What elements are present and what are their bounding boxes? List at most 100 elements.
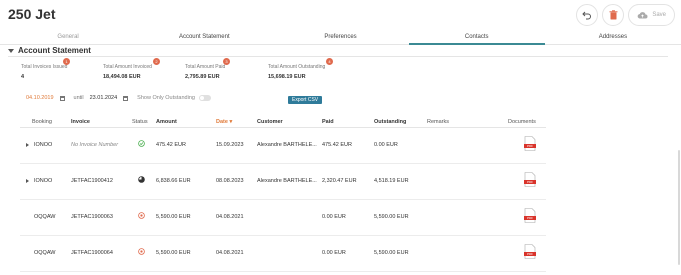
delete-button[interactable] <box>602 4 625 26</box>
col-paid[interactable]: Paid <box>322 119 334 125</box>
summary-badge: 2 <box>153 58 160 65</box>
tab-contacts[interactable]: Contacts <box>408 31 546 45</box>
summary-label: Total Amount Paid <box>185 64 226 70</box>
summary-label: Total Amount Invoiced <box>103 64 152 70</box>
summary-amount-invoiced: 2 Total Amount Invoiced 18,494.08 EUR <box>103 58 160 80</box>
collapse-icon <box>8 48 14 53</box>
col-date-label: Date <box>216 119 228 125</box>
cell-booking: IONOO <box>34 142 53 148</box>
col-booking[interactable]: Booking <box>32 119 52 125</box>
table-row[interactable]: IONOO JETFAC1900412 6,838.66 EUR 08.08.2… <box>20 164 546 200</box>
tab-account-statement[interactable]: Account Statement <box>136 31 272 44</box>
svg-text:PDF: PDF <box>527 252 533 256</box>
cell-paid: 2,320.47 EUR <box>322 178 357 184</box>
save-button[interactable]: Save <box>628 4 675 26</box>
tab-addresses[interactable]: Addresses <box>545 31 681 44</box>
trash-icon <box>609 10 618 20</box>
page-title: 250 Jet <box>8 6 56 22</box>
table-row[interactable]: OQQAW JETFAC1900063 5,590.00 EUR 04.08.2… <box>20 200 546 236</box>
cell-invoice: JETFAC1900412 <box>71 178 113 184</box>
col-date[interactable]: Date ▾ <box>216 119 232 125</box>
summary-badge: 1 <box>63 58 70 65</box>
col-invoice[interactable]: Invoice <box>71 119 90 125</box>
date-from-input[interactable]: 04.10.2019 <box>26 95 54 101</box>
status-unpaid-icon <box>138 212 145 219</box>
col-remarks[interactable]: Remarks <box>427 119 449 125</box>
cell-amount: 5,590.00 EUR <box>156 250 191 256</box>
status-partial-icon <box>138 176 145 183</box>
pdf-icon[interactable]: PDF <box>524 172 536 187</box>
summary-label: Total Invoices Issued <box>21 64 68 70</box>
cell-booking: OQQAW <box>34 250 56 256</box>
cell-outstanding: 5,590.00 EUR <box>374 250 409 256</box>
export-csv-button[interactable]: Export CSV <box>288 96 323 104</box>
table-row[interactable]: OQQAW JETFAC1900064 5,590.00 EUR 04.08.2… <box>20 236 546 272</box>
section-divider <box>8 56 668 57</box>
vertical-scrollbar[interactable] <box>678 150 680 265</box>
status-paid-icon <box>138 140 145 147</box>
tab-preferences[interactable]: Preferences <box>272 31 408 44</box>
summary-value: 18,494.08 EUR <box>103 74 141 80</box>
summary-value: 2,795.89 EUR <box>185 74 220 80</box>
cell-date: 08.08.2023 <box>216 178 244 184</box>
col-status[interactable]: Status <box>132 119 148 125</box>
expand-row-icon[interactable] <box>26 179 29 183</box>
section-title: Account Statement <box>18 46 91 55</box>
cell-amount: 5,590.00 EUR <box>156 214 191 220</box>
pdf-icon[interactable]: PDF <box>524 208 536 223</box>
cell-amount: 6,838.66 EUR <box>156 178 191 184</box>
pdf-icon[interactable]: PDF <box>524 136 536 151</box>
svg-text:PDF: PDF <box>527 144 533 148</box>
pdf-icon[interactable]: PDF <box>524 244 536 259</box>
summary-value: 15,698.19 EUR <box>268 74 306 80</box>
col-customer[interactable]: Customer <box>257 119 283 125</box>
cell-booking: IONOO <box>34 178 53 184</box>
cell-paid: 0.00 EUR <box>322 214 346 220</box>
filter-bar: 04.10.2019 until 23.01.2024 Show Only Ou… <box>26 95 211 101</box>
col-documents: Documents <box>508 119 536 125</box>
cell-booking: OQQAW <box>34 214 56 220</box>
summary-badge: 4 <box>326 58 333 65</box>
tab-general[interactable]: General <box>0 31 136 44</box>
undo-icon <box>582 11 592 20</box>
summary-amount-paid: 3 Total Amount Paid 2,795.89 EUR <box>185 58 230 80</box>
outstanding-toggle-label: Show Only Outstanding <box>137 95 195 101</box>
summary-invoices-issued: 1 Total Invoices Issued 4 <box>21 58 70 80</box>
section-header[interactable]: Account Statement <box>8 46 91 55</box>
cell-paid: 0.00 EUR <box>322 250 346 256</box>
cell-customer[interactable]: Alexandre BARTHELE... <box>257 178 317 184</box>
cell-paid: 475.42 EUR <box>322 142 352 148</box>
calendar-icon[interactable] <box>123 95 129 101</box>
cell-date: 04.08.2021 <box>216 214 244 220</box>
cloud-upload-icon <box>637 12 648 19</box>
summary-amount-outstanding: 4 Total Amount Outstanding 15,698.19 EUR <box>268 58 333 80</box>
summary-badge: 3 <box>223 58 230 65</box>
summary-value: 4 <box>21 74 25 80</box>
cell-customer[interactable]: Alexandre BARTHELE... <box>257 142 317 148</box>
cell-outstanding: 0.00 EUR <box>374 142 398 148</box>
header-actions: Save <box>576 4 675 26</box>
cell-invoice: JETFAC1900063 <box>71 214 113 220</box>
svg-text:PDF: PDF <box>527 216 533 220</box>
col-amount[interactable]: Amount <box>156 119 177 125</box>
table-row[interactable]: IONOO No Invoice Number 475.42 EUR 15.09… <box>20 128 546 164</box>
date-to-input[interactable]: 23.01.2024 <box>90 95 118 101</box>
status-unpaid-icon <box>138 248 145 255</box>
until-label: until <box>73 95 84 101</box>
cell-amount: 475.42 EUR <box>156 142 186 148</box>
statement-table: Booking Invoice Status Amount Date ▾ Cus… <box>20 118 546 272</box>
outstanding-toggle[interactable] <box>198 95 211 101</box>
summary-label: Total Amount Outstanding <box>268 64 326 70</box>
col-outstanding[interactable]: Outstanding <box>374 119 406 125</box>
expand-row-icon[interactable] <box>26 143 29 147</box>
calendar-icon[interactable] <box>59 95 65 101</box>
table-header: Booking Invoice Status Amount Date ▾ Cus… <box>20 118 546 128</box>
cell-invoice: JETFAC1900064 <box>71 250 113 256</box>
cell-invoice: No Invoice Number <box>71 142 119 148</box>
tab-bar: General Account Statement Preferences Co… <box>0 31 681 45</box>
svg-text:PDF: PDF <box>527 180 533 184</box>
cell-date: 15.09.2023 <box>216 142 244 148</box>
cell-outstanding: 5,590.00 EUR <box>374 214 409 220</box>
cell-outstanding: 4,518.19 EUR <box>374 178 409 184</box>
undo-button[interactable] <box>576 4 599 26</box>
